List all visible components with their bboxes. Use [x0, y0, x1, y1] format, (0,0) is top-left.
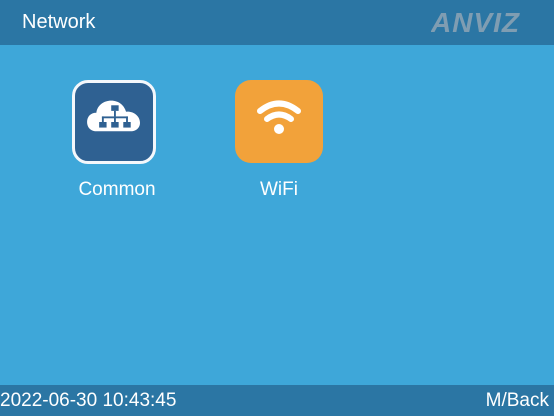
page-title: Network — [22, 11, 96, 33]
common-label: Common — [78, 179, 156, 200]
wifi-tile — [235, 80, 323, 163]
common-network-button[interactable]: Common — [62, 80, 172, 202]
back-button[interactable]: M/Back — [486, 387, 549, 415]
brand-logo: ANVIZ — [431, 10, 520, 34]
network-screen: Network ANVIZ Common WiFi 2022-06-30 10:… — [0, 0, 554, 416]
wifi-label: WiFi — [260, 179, 298, 200]
top-bar: Network ANVIZ — [0, 0, 554, 45]
wifi-button[interactable]: WiFi — [211, 80, 323, 202]
datetime: 2022-06-30 10:43:45 — [0, 390, 177, 411]
svg-text:ANVIZ: ANVIZ — [431, 10, 520, 34]
status-bar: 2022-06-30 10:43:45 M/Back — [0, 385, 554, 416]
common-tile — [72, 80, 156, 164]
cloud-network-icon — [87, 100, 140, 132]
wifi-icon — [257, 100, 301, 134]
